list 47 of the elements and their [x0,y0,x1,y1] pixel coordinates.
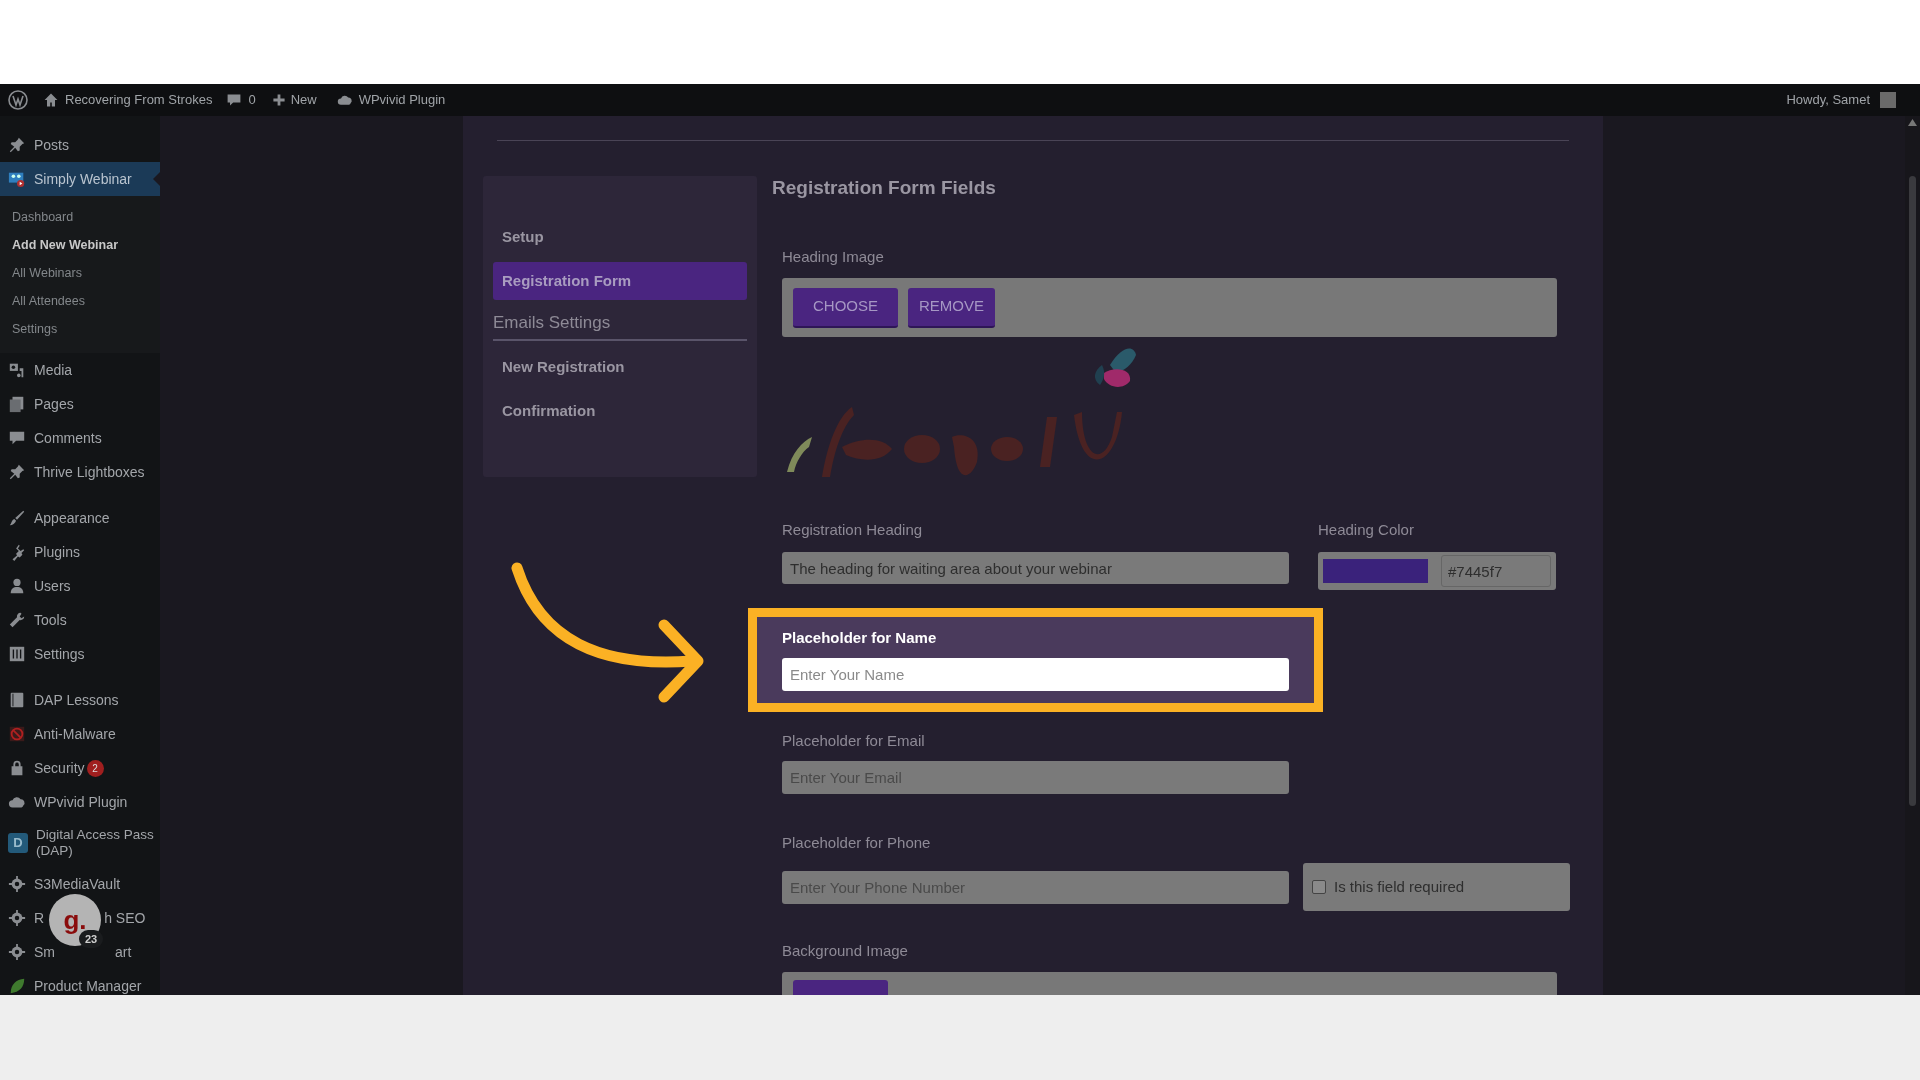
image-button[interactable]: CHOOSE [793,287,898,328]
sidebar-item[interactable]: Settings [0,637,160,671]
dap-letter-icon: D [8,833,28,853]
sidebar-item[interactable]: Simply Webinar [0,162,160,196]
sidebar-item[interactable]: Plugins [0,535,160,569]
field-label: Heading Image [782,247,885,267]
plugin-link[interactable]: WPvivid Plugin [336,90,446,110]
submenu-item[interactable]: All Webinars [0,259,160,287]
sidebar-item[interactable]: Tools [0,603,160,637]
field-label: Heading Color [1318,520,1415,540]
sidebar-item[interactable]: Posts [0,128,160,162]
sidebar-item[interactable]: Media [0,353,160,387]
submenu-item[interactable]: Add New Webinar [0,231,160,259]
sidebar-item[interactable]: DAP Lessons [0,683,160,717]
new-link[interactable]: New [271,90,317,110]
menu-label[interactable]: R [34,907,45,929]
field-label: Placeholder for Name [782,628,938,648]
field-label: Background Image [782,941,909,961]
field-label: Registration Heading [782,520,924,540]
comments-link[interactable]: 0 [226,90,256,110]
settings-nav-tab[interactable]: Registration Form [493,262,747,300]
site-name-link[interactable]: Recovering From Strokes [65,90,213,110]
field-label: Placeholder for Email [782,731,926,751]
submenu-item[interactable]: All Attendees [0,287,160,315]
sidebar-item[interactable]: WPvivid Plugin [0,785,160,819]
sidebar-item[interactable]: Security 2 [0,751,160,785]
text-field[interactable]: Enter Your Name [782,658,1289,691]
field-label: Placeholder for Phone [782,833,932,853]
section-heading: Emails Settings [493,310,747,341]
settings-nav-tab[interactable]: New Registration [493,348,747,387]
submenu-item[interactable]: Dashboard [0,203,160,231]
sidebar-item[interactable]: Pages [0,387,160,421]
sidebar-item[interactable]: Appearance [0,501,160,535]
menu-label[interactable]: h SEO [104,907,146,929]
submenu-item[interactable]: Settings [0,315,160,343]
greeting-link[interactable]: Howdy, Samet [1786,90,1870,110]
sidebar-item[interactable]: Anti-Malware [0,717,160,751]
notification-count: 2 [86,759,104,777]
sidebar-item[interactable]: Users [0,569,160,603]
settings-nav-tab[interactable]: Setup [493,218,747,256]
form-title: Registration Form Fields [772,176,997,200]
menu-label[interactable]: art [115,941,132,963]
sidebar-item[interactable]: Thrive Lightboxes [0,455,160,489]
image-button[interactable]: REMOVE [908,287,996,328]
settings-nav-tab[interactable]: Confirmation [493,392,747,431]
sidebar-item[interactable]: Comments [0,421,160,455]
sidebar-item[interactable]: Product Manager [0,969,160,995]
